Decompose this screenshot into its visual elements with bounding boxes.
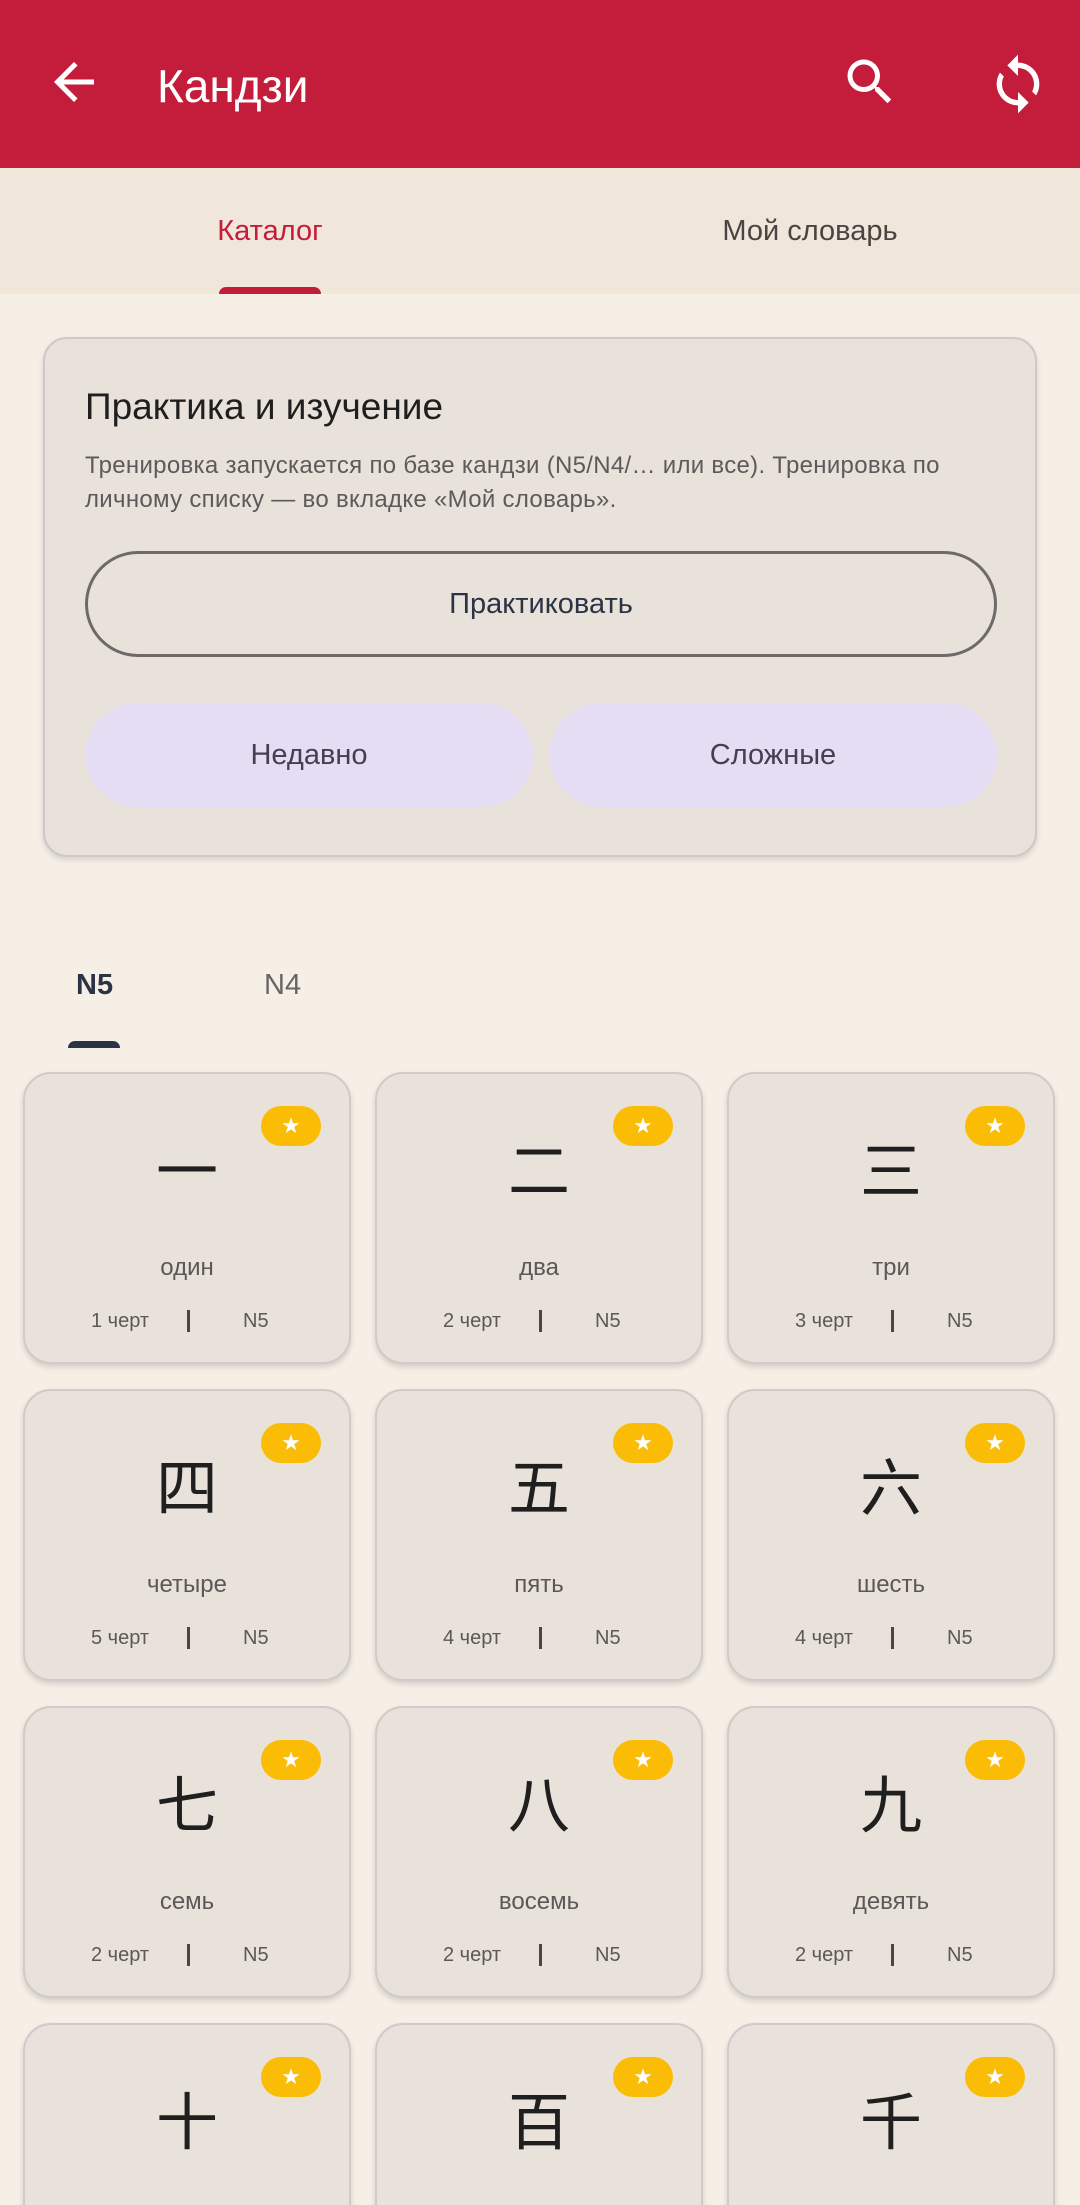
kanji-level: N5	[947, 1627, 973, 1649]
kanji-glyph: 百	[507, 2086, 570, 2159]
kanji-glyph: 九	[859, 1769, 922, 1842]
tab-my-dictionary[interactable]: Мой словарь	[540, 168, 1080, 294]
kanji-card[interactable]: ★ 九 девять 2 черт N5	[727, 1706, 1055, 1998]
kanji-meaning: два	[519, 1254, 559, 1281]
kanji-meta: 2 черт N5	[729, 1940, 1053, 1970]
meta-divider	[539, 1310, 542, 1332]
practice-card: Практика и изучение Тренировка запускает…	[43, 337, 1037, 857]
kanji-card[interactable]: ★ 十	[23, 2023, 351, 2205]
kanji-meta: 2 черт N5	[25, 1940, 349, 1970]
kanji-glyph: 一	[155, 1135, 218, 1208]
kanji-card[interactable]: ★ 二 два 2 черт N5	[375, 1072, 703, 1364]
kanji-meaning: четыре	[147, 1571, 227, 1598]
kanji-card[interactable]: ★ 三 три 3 черт N5	[727, 1072, 1055, 1364]
kanji-level: N5	[595, 1944, 621, 1966]
level-tab-n5[interactable]: N5	[76, 960, 113, 1010]
tab-indicator	[219, 287, 321, 294]
meta-divider	[187, 1310, 190, 1332]
kanji-meta: 4 черт N5	[377, 1623, 701, 1653]
kanji-meaning: девять	[852, 1888, 930, 1915]
kanji-glyph: 千	[859, 2086, 922, 2159]
kanji-level: N5	[947, 1310, 973, 1332]
kanji-card[interactable]: ★ 六 шесть 4 черт N5	[727, 1389, 1055, 1681]
kanji-glyph: 二	[507, 1135, 570, 1208]
meta-divider	[891, 1310, 894, 1332]
kanji-card[interactable]: ★ 七 семь 2 черт N5	[23, 1706, 351, 1998]
kanji-glyph: 六	[859, 1452, 922, 1525]
kanji-level: N5	[243, 1310, 269, 1332]
kanji-meaning: три	[872, 1254, 910, 1281]
kanji-card[interactable]: ★ 一 один 1 черт N5	[23, 1072, 351, 1364]
practice-description: Тренировка запускается по базе кандзи (N…	[85, 452, 940, 513]
kanji-meta: 4 черт N5	[729, 1623, 1053, 1653]
meta-divider	[187, 1944, 190, 1966]
kanji-card[interactable]: ★ 四 четыре 5 черт N5	[23, 1389, 351, 1681]
meta-divider	[891, 1944, 894, 1966]
hard-button[interactable]: Сложные	[549, 703, 997, 807]
kanji-meta: 3 черт N5	[729, 1306, 1053, 1336]
top-tabs: Каталог Мой словарь	[0, 168, 1080, 294]
kanji-meaning: восемь	[498, 1888, 580, 1915]
meta-divider	[187, 1627, 190, 1649]
kanji-meaning: пять	[514, 1571, 564, 1598]
arrow-back-icon[interactable]	[44, 52, 104, 112]
meta-divider	[891, 1627, 894, 1649]
stroke-count: 5 черт	[91, 1627, 150, 1649]
stroke-count: 2 черт	[795, 1944, 854, 1966]
stroke-count: 1 черт	[91, 1310, 150, 1332]
kanji-card[interactable]: ★ 五 пять 4 черт N5	[375, 1389, 703, 1681]
kanji-glyph: 七	[155, 1769, 218, 1842]
kanji-meta: 5 черт N5	[25, 1623, 349, 1653]
level-tab-n4[interactable]: N4	[264, 960, 301, 1010]
stroke-count: 2 черт	[91, 1944, 150, 1966]
sync-icon[interactable]	[986, 52, 1050, 116]
stroke-count: 4 черт	[795, 1627, 854, 1649]
kanji-card[interactable]: ★ 八 восемь 2 черт N5	[375, 1706, 703, 1998]
kanji-meaning: один	[160, 1254, 214, 1281]
app-bar: Кандзи	[0, 0, 1080, 168]
search-icon[interactable]	[840, 52, 900, 112]
page-title: Кандзи	[157, 60, 309, 112]
meta-divider	[539, 1627, 542, 1649]
kanji-meta: 2 черт N5	[377, 1940, 701, 1970]
kanji-glyph: 十	[155, 2086, 218, 2159]
tab-catalog[interactable]: Каталог	[0, 168, 540, 294]
stroke-count: 2 черт	[443, 1310, 502, 1332]
stroke-count: 3 черт	[795, 1310, 854, 1332]
kanji-level: N5	[947, 1944, 973, 1966]
kanji-card[interactable]: ★ 百	[375, 2023, 703, 2205]
kanji-meaning: шесть	[856, 1571, 926, 1598]
level-tab-indicator	[68, 1041, 120, 1048]
kanji-meta: 1 черт N5	[25, 1306, 349, 1336]
practice-title: Практика и изучение	[85, 386, 444, 427]
kanji-card[interactable]: ★ 千	[727, 2023, 1055, 2205]
kanji-level: N5	[595, 1310, 621, 1332]
kanji-level: N5	[243, 1944, 269, 1966]
practice-button[interactable]: Практиковать	[85, 551, 997, 657]
kanji-meaning: семь	[159, 1888, 215, 1915]
kanji-meta: 2 черт N5	[377, 1306, 701, 1336]
stroke-count: 4 черт	[443, 1627, 502, 1649]
meta-divider	[539, 1944, 542, 1966]
stroke-count: 2 черт	[443, 1944, 502, 1966]
kanji-glyph: 五	[507, 1452, 570, 1525]
recent-button[interactable]: Недавно	[85, 703, 533, 807]
kanji-glyph: 三	[859, 1135, 922, 1208]
kanji-level: N5	[243, 1627, 269, 1649]
kanji-glyph: 八	[507, 1769, 570, 1842]
kanji-level: N5	[595, 1627, 621, 1649]
kanji-glyph: 四	[155, 1452, 218, 1525]
